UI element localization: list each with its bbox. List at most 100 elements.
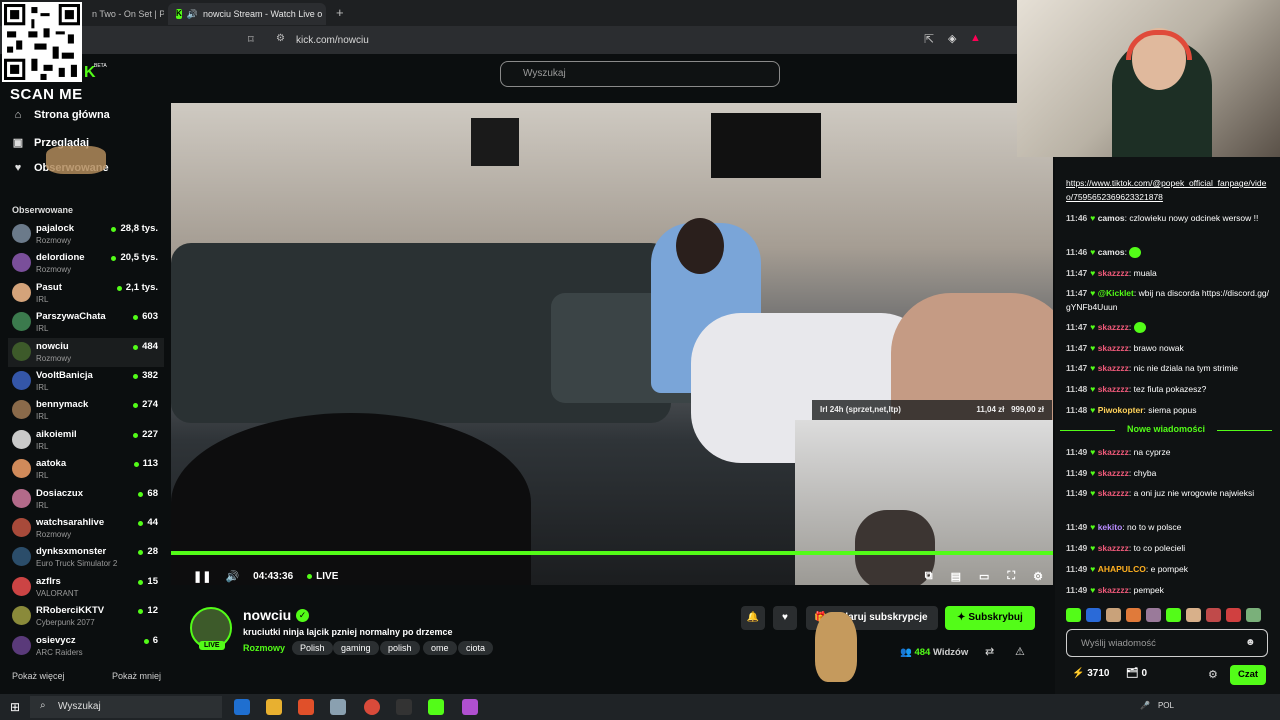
message-user[interactable]: skazzzz (1098, 585, 1129, 595)
followed-channel[interactable]: dynksxmonster Euro Truck Simulator 2 28 (8, 543, 164, 572)
rewards[interactable]: 🗂 0 (1126, 668, 1147, 679)
live-indicator[interactable]: LIVE (307, 571, 338, 582)
tag[interactable]: ome (423, 641, 457, 655)
emote-icon[interactable] (1186, 608, 1201, 622)
file-explorer-icon[interactable] (266, 699, 282, 715)
chat-settings-icon[interactable]: ⚙ (1208, 668, 1218, 681)
pip-icon[interactable]: ⧉ (925, 570, 933, 583)
message-user[interactable]: skazzzz (1098, 543, 1129, 553)
tag[interactable]: ciota (458, 641, 494, 655)
emoji-icon[interactable]: ☻ (1245, 637, 1256, 648)
fullscreen-icon[interactable]: ⛶ (1007, 570, 1015, 583)
notification-bell-icon[interactable]: 🔔 (741, 606, 765, 630)
message-user[interactable]: skazzzz (1098, 322, 1129, 332)
followed-channel[interactable]: osievycz ARC Raiders 6 (8, 632, 164, 661)
pause-icon[interactable]: ❚❚ (193, 570, 211, 583)
message-time: 11:46 (1066, 213, 1088, 223)
chat-message: 11:47 ♥ @Kicklet: wbij na discorda https:… (1066, 288, 1270, 312)
share-icon[interactable]: ⇱ (924, 32, 934, 46)
search-input[interactable]: Wyszukaj (500, 61, 780, 87)
message-user[interactable]: camos (1098, 247, 1125, 257)
volume-icon[interactable]: 🔊 (225, 570, 239, 583)
tag[interactable]: Polish (292, 641, 333, 655)
new-messages-divider[interactable]: Nowe wiadomości (1060, 424, 1272, 434)
mic-icon[interactable]: 🎤 (1140, 701, 1150, 710)
followed-channel[interactable]: Pasut IRL 2,1 tys. (8, 279, 164, 308)
message-user[interactable]: skazzzz (1098, 268, 1129, 278)
brave-shield-icon[interactable]: ◈ (948, 32, 956, 45)
message-user[interactable]: AHAPULCO (1098, 564, 1146, 574)
followed-channel[interactable]: Dosiaczux IRL 68 (8, 485, 164, 514)
obs-icon[interactable] (396, 699, 412, 715)
lang-indicator[interactable]: POL (1158, 701, 1174, 710)
message-user[interactable]: Piwokopter (1098, 405, 1144, 415)
brave-icon[interactable] (298, 699, 314, 715)
follow-heart-icon[interactable]: ♥ (773, 606, 797, 630)
emote-icon[interactable] (1106, 608, 1121, 622)
emote-icon[interactable] (1126, 608, 1141, 622)
browser-tab[interactable]: n Two - On Set | Prir (84, 3, 164, 25)
message-user[interactable]: kekito (1098, 522, 1123, 532)
streamer-name[interactable]: nowciu (243, 607, 291, 623)
chat-send-button[interactable]: Czat (1230, 665, 1266, 685)
stream-category[interactable]: Rozmowy (243, 643, 285, 653)
tag[interactable]: gaming (333, 641, 379, 655)
report-icon[interactable]: ⚠ (1015, 645, 1025, 658)
chat-input[interactable]: Wyślij wiadomość (1066, 629, 1268, 657)
followed-channel[interactable]: pajalock Rozmowy 28,8 tys. (8, 220, 164, 249)
browser-tab-active[interactable]: K 🔊 nowciu Stream - Watch Live o × (168, 3, 326, 25)
followed-channel[interactable]: ParszywaChata IRL 603 (8, 308, 164, 337)
emote-icon[interactable] (1066, 608, 1081, 622)
tag[interactable]: polish (380, 641, 420, 655)
channel-viewers: 28,8 tys. (120, 223, 159, 234)
subscribe-button[interactable]: ✦ Subskrybuj (945, 606, 1035, 630)
chrome-icon[interactable] (364, 699, 380, 715)
channel-avatar (12, 400, 31, 420)
settings-icon[interactable]: ⚙ (1033, 570, 1043, 583)
url-field[interactable]: kick.com/nowciu (270, 30, 990, 50)
followed-channel[interactable]: watchsarahlive Rozmowy 44 (8, 514, 164, 543)
donation-goal: Irl 24h (sprzet,net,ltp) 11,04 zł 999,00… (812, 400, 1052, 420)
message-user[interactable]: @Kicklet (1098, 288, 1134, 298)
share-icon[interactable]: ⇄ (985, 645, 994, 658)
message-user[interactable]: camos (1098, 213, 1125, 223)
emote-icon[interactable] (1206, 608, 1221, 622)
followed-channel[interactable]: VooltBanicja IRL 382 (8, 367, 164, 396)
emote-icon[interactable] (1146, 608, 1161, 622)
message-user[interactable]: skazzzz (1098, 343, 1129, 353)
message-user[interactable]: skazzzz (1098, 488, 1129, 498)
clip-icon[interactable]: ▤ (951, 570, 961, 583)
emote-icon[interactable] (1246, 608, 1261, 622)
app-icon[interactable] (462, 699, 478, 715)
new-tab-button[interactable]: + (336, 5, 344, 20)
video-player[interactable] (171, 103, 1053, 585)
channel-points[interactable]: ⚡ 3710 (1072, 668, 1109, 679)
nav-home[interactable]: ⌂ Strona główna (12, 109, 110, 121)
followed-channel[interactable]: bennymack IRL 274 (8, 396, 164, 425)
message-user[interactable]: skazzzz (1098, 447, 1129, 457)
app-icon[interactable] (330, 699, 346, 715)
taskbar-search-input[interactable]: Wyszukaj (30, 696, 222, 718)
followed-channel[interactable]: RRoberciKKTV Cyberpunk 2077 12 (8, 602, 164, 631)
emote-icon[interactable] (1086, 608, 1101, 622)
followed-channel[interactable]: nowciu Rozmowy 484 (8, 337, 164, 367)
show-more-link[interactable]: Pokaż więcej (12, 671, 65, 681)
emote-icon[interactable] (1226, 608, 1241, 622)
theater-icon[interactable]: ▭ (979, 570, 989, 583)
message-text[interactable]: https://www.tiktok.com/@popek_official_f… (1066, 178, 1266, 202)
site-info-icon[interactable]: ⚙ (276, 33, 285, 44)
message-user[interactable]: skazzzz (1098, 384, 1129, 394)
emote-icon[interactable] (1166, 608, 1181, 622)
followed-channel[interactable]: delordione Rozmowy 20,5 tys. (8, 249, 164, 278)
bookmark-icon[interactable]: ⌑ (248, 33, 254, 46)
brave-rewards-icon[interactable]: ▲ (970, 32, 981, 44)
edge-icon[interactable] (234, 699, 250, 715)
followed-channel[interactable]: aatoka IRL 113 (8, 455, 164, 484)
message-user[interactable]: skazzzz (1098, 468, 1129, 478)
message-user[interactable]: skazzzz (1098, 363, 1129, 373)
followed-channel[interactable]: azflrs VALORANT 15 (8, 573, 164, 602)
followed-channel[interactable]: aikoiemil IRL 227 (8, 426, 164, 455)
windows-start-icon[interactable]: ⊞ (10, 700, 20, 714)
kick-app-icon[interactable] (428, 699, 444, 715)
show-less-link[interactable]: Pokaż mniej (112, 671, 161, 681)
